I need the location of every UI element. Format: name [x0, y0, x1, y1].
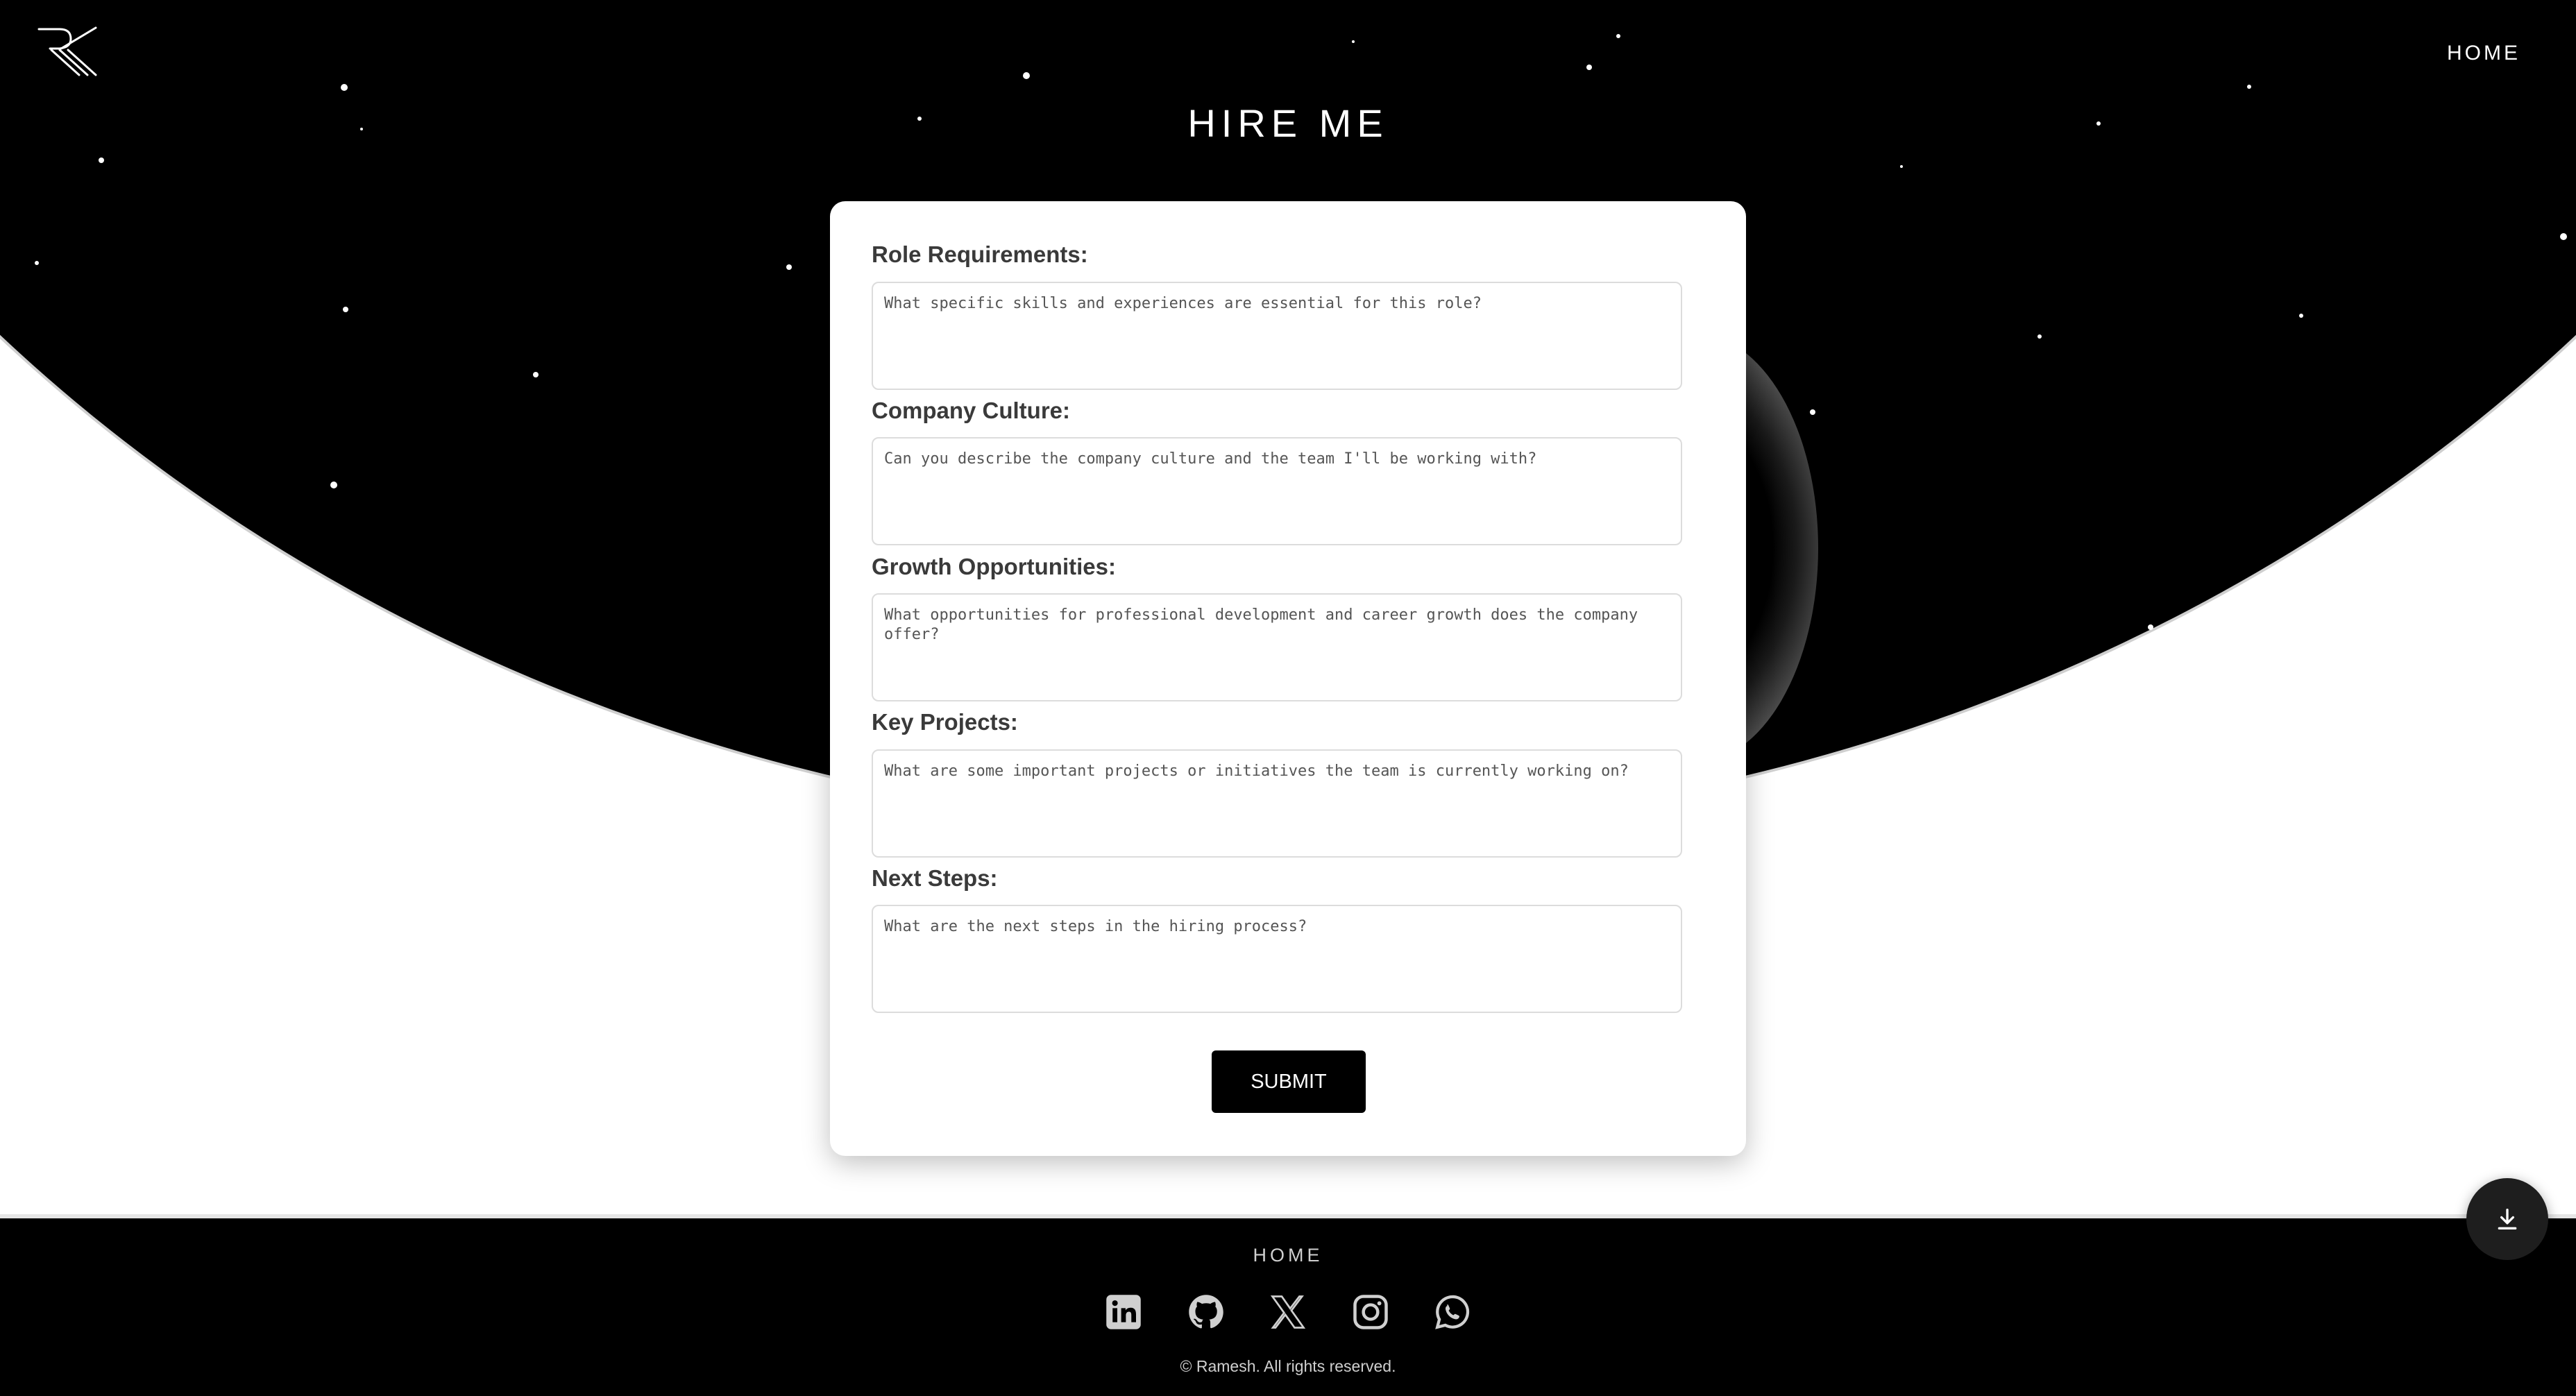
footer-home-link[interactable]: HOME: [0, 1245, 2576, 1266]
social-links: [1103, 1288, 1473, 1336]
x-icon[interactable]: [1268, 1292, 1308, 1332]
hire-me-form: Role Requirements: Company Culture: Grow…: [830, 201, 1746, 1156]
page-title: HIRE ME: [1187, 101, 1389, 145]
next-steps-field[interactable]: [872, 905, 1682, 1013]
copyright-text: © Ramesh. All rights reserved.: [1180, 1357, 1396, 1375]
submit-button[interactable]: SUBMIT: [1212, 1050, 1366, 1113]
github-icon[interactable]: [1186, 1292, 1226, 1332]
instagram-icon[interactable]: [1350, 1292, 1391, 1332]
footer: HOME © Ramesh. All rights reserved.: [0, 1214, 2576, 1396]
company-culture-field[interactable]: [872, 437, 1682, 545]
linkedin-icon[interactable]: [1103, 1292, 1144, 1332]
whatsapp-icon[interactable]: [1432, 1292, 1473, 1332]
rk-monogram-logo-icon[interactable]: [36, 26, 99, 76]
next-steps-label: Next Steps:: [872, 865, 998, 891]
growth-opportunities-field[interactable]: [872, 593, 1682, 701]
nav-home-link[interactable]: HOME: [2447, 42, 2520, 65]
growth-opportunities-label: Growth Opportunities:: [872, 554, 1116, 579]
key-projects-label: Key Projects:: [872, 709, 1018, 735]
download-button[interactable]: [2466, 1178, 2548, 1260]
download-icon: [2498, 1209, 2517, 1229]
role-requirements-label: Role Requirements:: [872, 241, 1088, 267]
role-requirements-field[interactable]: [872, 282, 1682, 390]
key-projects-field[interactable]: [872, 749, 1682, 858]
company-culture-label: Company Culture:: [872, 398, 1071, 423]
